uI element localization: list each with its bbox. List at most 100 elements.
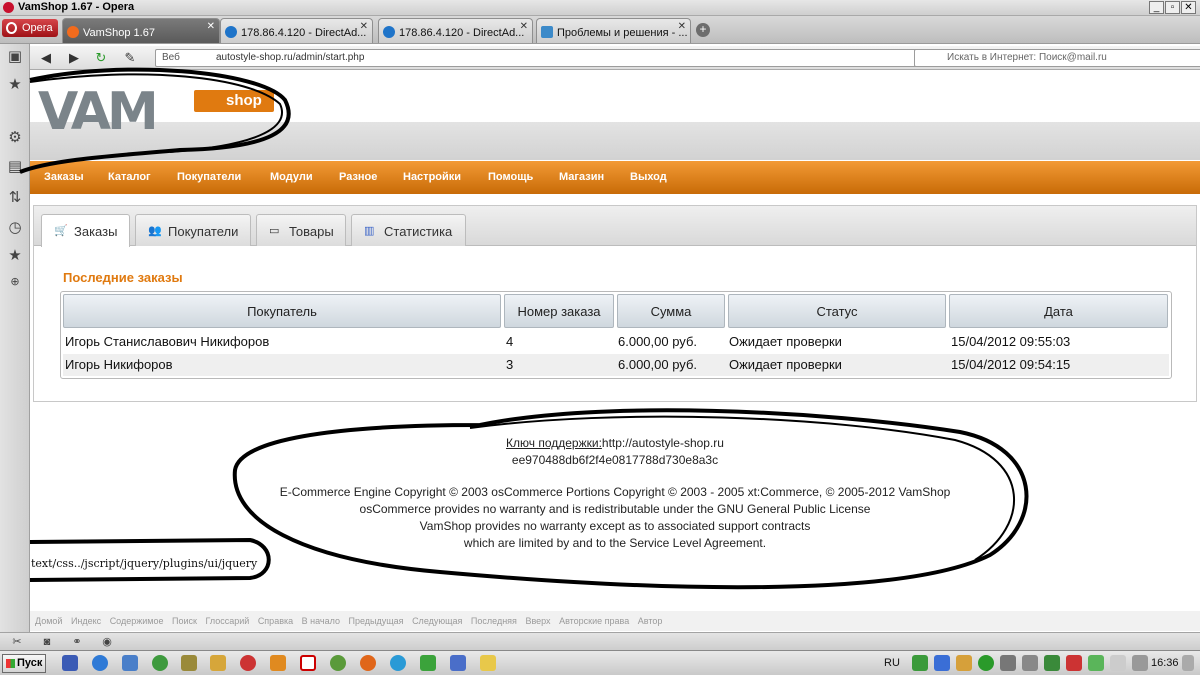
link-contents[interactable]: Содержимое [110, 616, 164, 626]
back-arrow-icon[interactable]: ◀ [38, 50, 54, 66]
site-footer: Ключ поддержки:http://autostyle-shop.ru … [30, 435, 1200, 552]
transfers-icon[interactable]: ⇅ [6, 189, 24, 207]
tray-monitor-icon[interactable] [1132, 655, 1148, 671]
site-logo[interactable]: VAM [38, 84, 159, 140]
chrome-icon[interactable] [330, 655, 346, 671]
close-icon[interactable]: ✕ [1181, 1, 1196, 14]
icq-icon[interactable] [420, 655, 436, 671]
gear-icon[interactable]: ⚙ [6, 129, 24, 147]
browser-tab-vamshop[interactable]: VamShop 1.67 ✕ [62, 18, 220, 43]
show-desktop-icon[interactable] [1182, 655, 1194, 671]
skype-icon[interactable] [390, 655, 406, 671]
tab-customers[interactable]: 👥 Покупатели [135, 214, 251, 246]
tray-icq-icon[interactable] [1088, 655, 1104, 671]
menu-logout[interactable]: Выход [630, 171, 667, 183]
start-button[interactable]: Пуск [2, 654, 46, 673]
history-clock-icon[interactable]: ◷ [6, 219, 24, 237]
support-line: Ключ поддержки:http://autostyle-shop.ru [30, 435, 1200, 452]
column-header-customer[interactable]: Покупатель [63, 294, 501, 328]
folder-icon[interactable] [210, 655, 226, 671]
panel-toggle-icon[interactable]: ▣ [6, 48, 24, 66]
window-icon[interactable] [450, 655, 466, 671]
link-next[interactable]: Следующая [412, 616, 462, 626]
forward-arrow-icon[interactable]: ▶ [66, 50, 82, 66]
tray-device-icon[interactable] [1000, 655, 1016, 671]
media-icon[interactable] [240, 655, 256, 671]
support-key-label[interactable]: Ключ поддержки: [506, 436, 602, 450]
link-up[interactable]: Вверх [525, 616, 550, 626]
tray-network-icon[interactable] [934, 655, 950, 671]
camera-icon[interactable]: ◉ [100, 635, 114, 649]
menu-modules[interactable]: Модули [270, 171, 313, 183]
browser-tab-directadmin-2[interactable]: 178.86.4.120 - DirectAd... ✕ [378, 18, 533, 43]
edit-icon[interactable]: ✎ [122, 50, 138, 66]
link-help[interactable]: Справка [258, 616, 293, 626]
tab-close-icon[interactable]: ✕ [360, 19, 368, 41]
save-disk-icon[interactable] [62, 655, 78, 671]
new-tab-icon[interactable]: + [696, 23, 710, 37]
link-home[interactable]: Домой [35, 616, 62, 626]
menu-settings[interactable]: Настройки [403, 171, 461, 183]
reload-icon[interactable]: ↻ [93, 50, 109, 66]
link-author[interactable]: Автор [638, 616, 663, 626]
language-indicator[interactable]: RU [884, 654, 900, 673]
tab-orders[interactable]: 🛒 Заказы [41, 214, 130, 247]
turbo-icon[interactable]: ◙ [40, 635, 54, 649]
link-previous[interactable]: Предыдущая [349, 616, 404, 626]
tray-shield-icon[interactable] [912, 655, 928, 671]
add-panel-icon[interactable]: ⊕ [6, 273, 24, 291]
notes-icon[interactable]: ▤ [6, 158, 24, 176]
link-glossary[interactable]: Глоссарий [206, 616, 250, 626]
tab-close-icon[interactable]: ✕ [207, 19, 215, 41]
menu-customers[interactable]: Покупатели [177, 171, 241, 183]
tray-sync-icon[interactable] [978, 655, 994, 671]
tray-update-icon[interactable] [956, 655, 972, 671]
ie-icon[interactable] [92, 655, 108, 671]
column-header-amount[interactable]: Сумма [617, 294, 725, 328]
brush-icon[interactable] [181, 655, 197, 671]
tray-flag-icon[interactable] [1110, 655, 1126, 671]
unite-icon[interactable]: ⚭ [70, 635, 84, 649]
box-icon: ▭ [269, 225, 280, 237]
tray-volume-icon[interactable] [1066, 655, 1082, 671]
table-row[interactable]: Игорь Станиславович Никифоров 4 6.000,00… [63, 331, 1169, 353]
tool-icon[interactable] [122, 655, 138, 671]
minimize-icon[interactable]: _ [1149, 1, 1164, 14]
menu-help[interactable]: Помощь [488, 171, 533, 183]
tools-icon[interactable]: ✂ [10, 635, 24, 649]
link-index[interactable]: Индекс [71, 616, 101, 626]
opera-menu-button[interactable]: Opera [2, 19, 58, 37]
tab-statistics[interactable]: ▥ Статистика [351, 214, 466, 246]
globe-icon[interactable] [152, 655, 168, 671]
browser-tab-problems[interactable]: Проблемы и решения - ... ✕ [536, 18, 691, 43]
link-last[interactable]: Последняя [471, 616, 517, 626]
menu-shop[interactable]: Магазин [559, 171, 604, 183]
menu-misc[interactable]: Разное [339, 171, 377, 183]
restore-icon[interactable]: ▫ [1165, 1, 1180, 14]
column-header-date[interactable]: Дата [949, 294, 1168, 328]
link-copyright[interactable]: Авторские права [559, 616, 629, 626]
column-header-order-number[interactable]: Номер заказа [504, 294, 614, 328]
menu-catalog[interactable]: Каталог [108, 171, 151, 183]
column-header-status[interactable]: Статус [728, 294, 946, 328]
tab-products[interactable]: ▭ Товары [256, 214, 346, 246]
bookmarks-star-icon[interactable]: ★ [6, 76, 24, 94]
tab-close-icon[interactable]: ✕ [520, 19, 528, 41]
player-icon[interactable] [270, 655, 286, 671]
menu-orders[interactable]: Заказы [44, 171, 84, 183]
link-top[interactable]: В начало [302, 616, 340, 626]
opera-taskbar-icon[interactable] [300, 655, 316, 671]
mail-icon[interactable] [480, 655, 496, 671]
cell-amount: 6.000,00 руб. [618, 357, 698, 372]
taskbar-clock[interactable]: 16:36 [1151, 654, 1179, 673]
tray-battery-icon[interactable] [1044, 655, 1060, 671]
browser-tab-directadmin-1[interactable]: 178.86.4.120 - DirectAd... ✕ [220, 18, 373, 43]
address-bar[interactable]: Веб autostyle-shop.ru/admin/start.php ★ [155, 49, 940, 67]
tab-close-icon[interactable]: ✕ [678, 19, 686, 41]
table-row[interactable]: Игорь Никифоров 3 6.000,00 руб. Ожидает … [63, 354, 1169, 376]
link-search[interactable]: Поиск [172, 616, 197, 626]
firefox-icon[interactable] [360, 655, 376, 671]
search-input[interactable]: Искать в Интернет: Поиск@mail.ru [914, 49, 1200, 67]
tray-usb-icon[interactable] [1022, 655, 1038, 671]
speed-dial-star-icon[interactable]: ★ [6, 247, 24, 265]
